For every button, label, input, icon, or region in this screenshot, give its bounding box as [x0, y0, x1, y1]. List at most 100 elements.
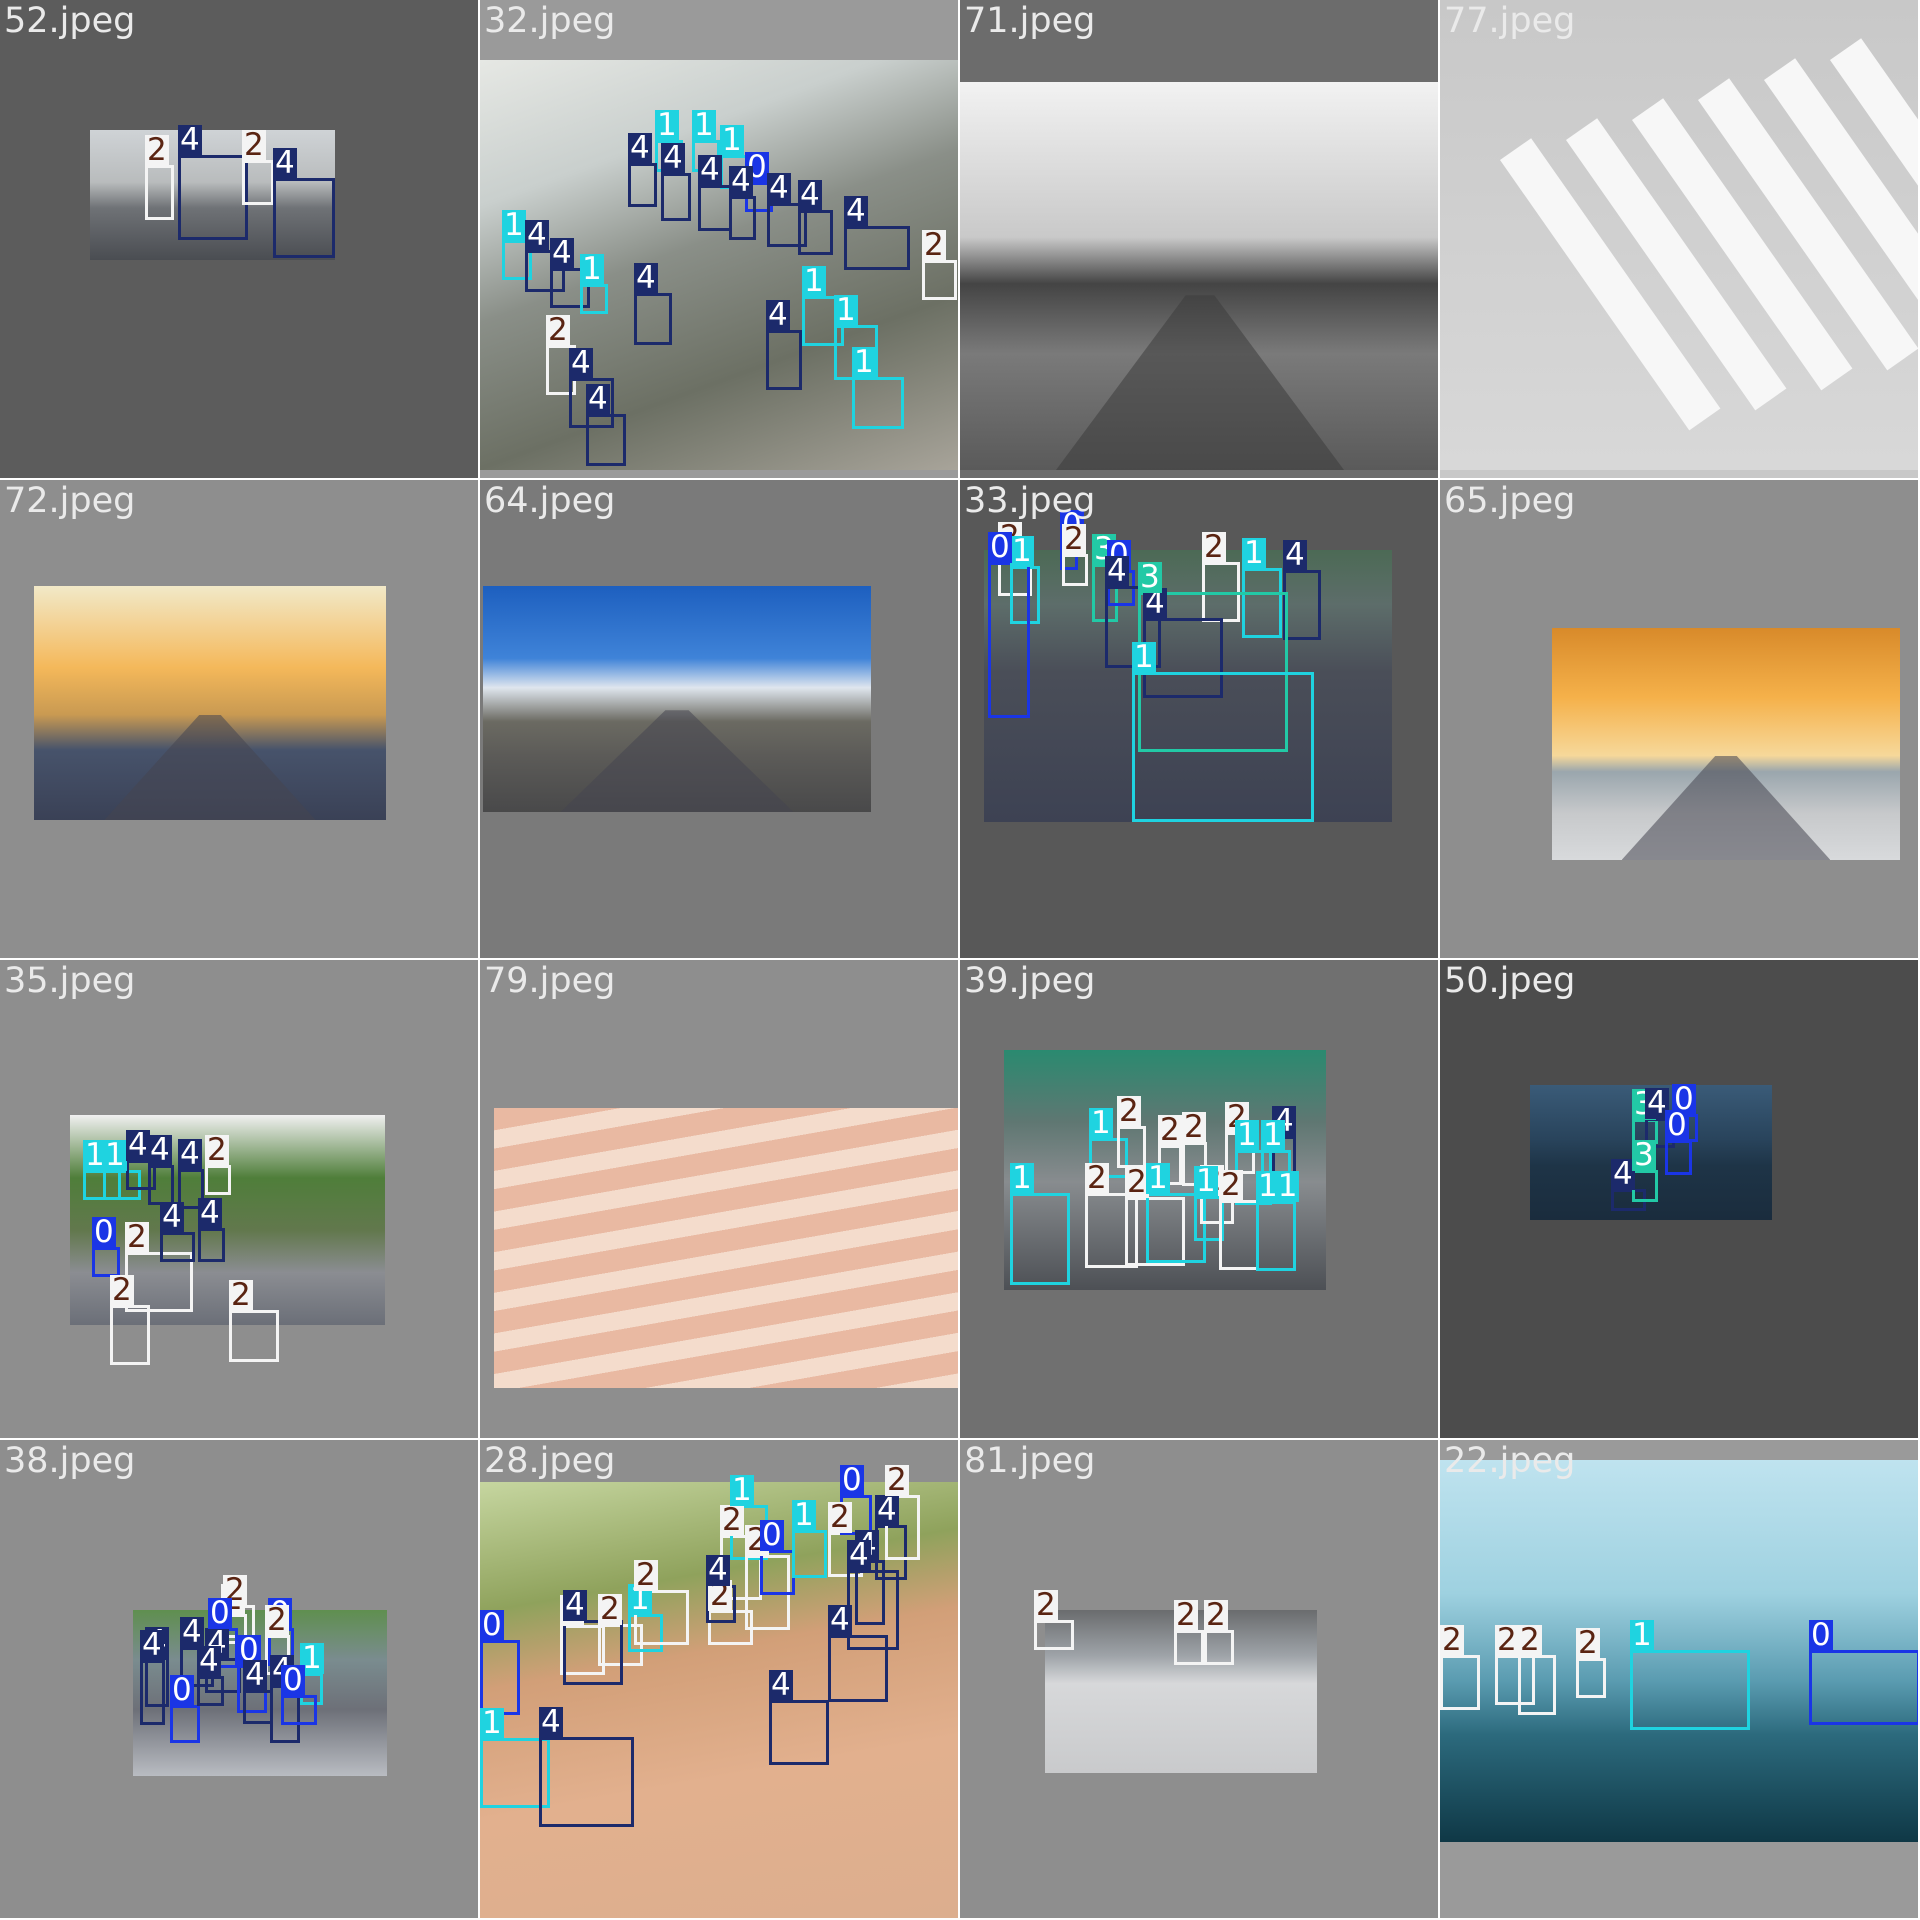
detection-class-label: 1	[1089, 1105, 1113, 1141]
detection-box	[769, 1700, 829, 1765]
detection-box	[170, 1705, 200, 1743]
tile-filename-label: 35.jpeg	[4, 961, 136, 1001]
detection-class-label: 0	[480, 1607, 504, 1643]
mosaic-tile: 32.jpeg 1 1 1 0 4 4 4 4 4 4 4 1 4 4 1 2 4 1 1 4 1 4 4 2	[480, 0, 958, 478]
detection-class-label: 4	[563, 1587, 587, 1623]
mosaic-tile: 77.jpeg	[1440, 0, 1918, 478]
detection-class-label: 4	[569, 345, 593, 381]
tile-filename-label: 71.jpeg	[964, 1, 1096, 41]
detection-class-label: 4	[769, 1667, 793, 1703]
detection-class-label: 1	[1146, 1160, 1170, 1196]
detection-class-label: 4	[828, 1602, 852, 1638]
tile-filename-label: 77.jpeg	[1444, 1, 1576, 41]
tile-filename-label: 81.jpeg	[964, 1441, 1096, 1481]
detection-class-label: 0	[92, 1214, 116, 1250]
tile-photo	[494, 1108, 958, 1388]
mosaic-tile: 72.jpeg	[0, 480, 478, 958]
detection-class-label: 2	[634, 1557, 658, 1593]
detection-class-label: 2	[1576, 1625, 1600, 1661]
detection-class-label: 4	[148, 1132, 172, 1168]
detection-class-label: 4	[550, 235, 574, 271]
detection-class-label: 2	[1174, 1597, 1198, 1633]
tile-filename-label: 28.jpeg	[484, 1441, 616, 1481]
detection-class-label: 4	[539, 1704, 563, 1740]
tile-filename-label: 38.jpeg	[4, 1441, 136, 1481]
photo-content	[494, 1108, 958, 1388]
detection-class-label: 2	[110, 1272, 134, 1308]
detection-class-label: 0	[281, 1662, 305, 1698]
detection-class-label: 2	[828, 1499, 852, 1535]
detection-box	[229, 1310, 279, 1362]
detection-box	[145, 165, 174, 220]
detection-class-label: 4	[586, 381, 610, 417]
detection-class-label: 1	[834, 292, 858, 328]
detection-class-label: 3	[1632, 1137, 1656, 1173]
detection-class-label: 0	[1665, 1107, 1689, 1143]
detection-box	[698, 185, 732, 231]
detection-box	[480, 1640, 520, 1715]
detection-box	[110, 1305, 150, 1365]
detection-class-label: 1	[692, 107, 716, 143]
tile-filename-label: 79.jpeg	[484, 961, 616, 1001]
detection-box	[1219, 1200, 1259, 1270]
detection-class-label: 2	[265, 1602, 289, 1638]
detection-box	[586, 414, 626, 466]
detection-class-label: 4	[525, 217, 549, 253]
detection-class-label: 2	[546, 312, 570, 348]
detection-class-label: 4	[798, 177, 822, 213]
detection-class-label: 4	[729, 163, 753, 199]
detection-box	[1576, 1658, 1606, 1698]
detection-class-label: 2	[1062, 521, 1086, 557]
detection-class-label: 1	[792, 1497, 816, 1533]
mosaic-tile: 35.jpeg 1 1 4 4 4 2 2 4 4 0 2 2	[0, 960, 478, 1438]
detection-box	[1283, 570, 1321, 640]
detection-class-label: 2	[145, 132, 169, 168]
detection-box	[634, 293, 672, 345]
tile-filename-label: 64.jpeg	[484, 481, 616, 521]
detection-box	[1062, 554, 1088, 586]
detection-class-label: 2	[1440, 1622, 1464, 1658]
tile-filename-label: 22.jpeg	[1444, 1441, 1576, 1481]
mosaic-tile: 81.jpeg 2 2 2	[960, 1440, 1438, 1918]
tile-filename-label: 72.jpeg	[4, 481, 136, 521]
detection-class-label: 4	[766, 297, 790, 333]
detection-class-label: 2	[720, 1502, 744, 1538]
tile-filename-label: 65.jpeg	[1444, 481, 1576, 521]
detection-class-label: 2	[1202, 529, 1226, 565]
detection-class-label: 1	[802, 263, 826, 299]
detection-class-label: 1	[1194, 1163, 1218, 1199]
detection-class-label: 2	[1034, 1587, 1058, 1623]
mosaic-tile: 71.jpeg	[960, 0, 1438, 478]
detection-class-label: 1	[655, 107, 679, 143]
detection-class-label: 2	[1204, 1597, 1228, 1633]
detection-box	[1809, 1650, 1918, 1725]
detection-class-label: 2	[125, 1219, 149, 1255]
detection-class-label: 1	[1630, 1617, 1654, 1653]
detection-class-label: 2	[1117, 1093, 1141, 1129]
mosaic-tile: 28.jpeg02221221420124044241444	[480, 1440, 958, 1918]
detection-box	[852, 377, 904, 429]
detection-class-label: 4	[160, 1199, 184, 1235]
detection-box	[988, 562, 1030, 718]
tile-filename-label: 39.jpeg	[964, 961, 1096, 1001]
detection-class-label: 1	[103, 1137, 127, 1173]
detection-box	[828, 1635, 888, 1702]
mosaic-tile: 65.jpeg	[1440, 480, 1918, 958]
tile-filename-label: 33.jpeg	[964, 481, 1096, 521]
detection-class-label: 1	[1242, 535, 1266, 571]
detection-class-label: 2	[885, 1462, 909, 1498]
detection-class-label: 4	[875, 1492, 899, 1528]
detection-class-label: 0	[760, 1517, 784, 1553]
mosaic-tile: 52.jpeg 2 4 2 4	[0, 0, 478, 478]
detection-class-label: 4	[847, 1537, 871, 1573]
detection-box	[1518, 1655, 1556, 1715]
detection-box	[1204, 1630, 1234, 1665]
detection-class-label: 2	[1158, 1112, 1182, 1148]
mosaic-tile: 38.jpeg4422044002410404	[0, 1440, 478, 1918]
detection-box	[1034, 1620, 1074, 1650]
detection-box	[766, 330, 802, 390]
detection-class-label: 4	[126, 1127, 150, 1163]
mosaic-tile: 79.jpeg	[480, 960, 958, 1438]
detection-box	[1665, 1140, 1692, 1175]
detection-class-label: 4	[1105, 553, 1129, 589]
